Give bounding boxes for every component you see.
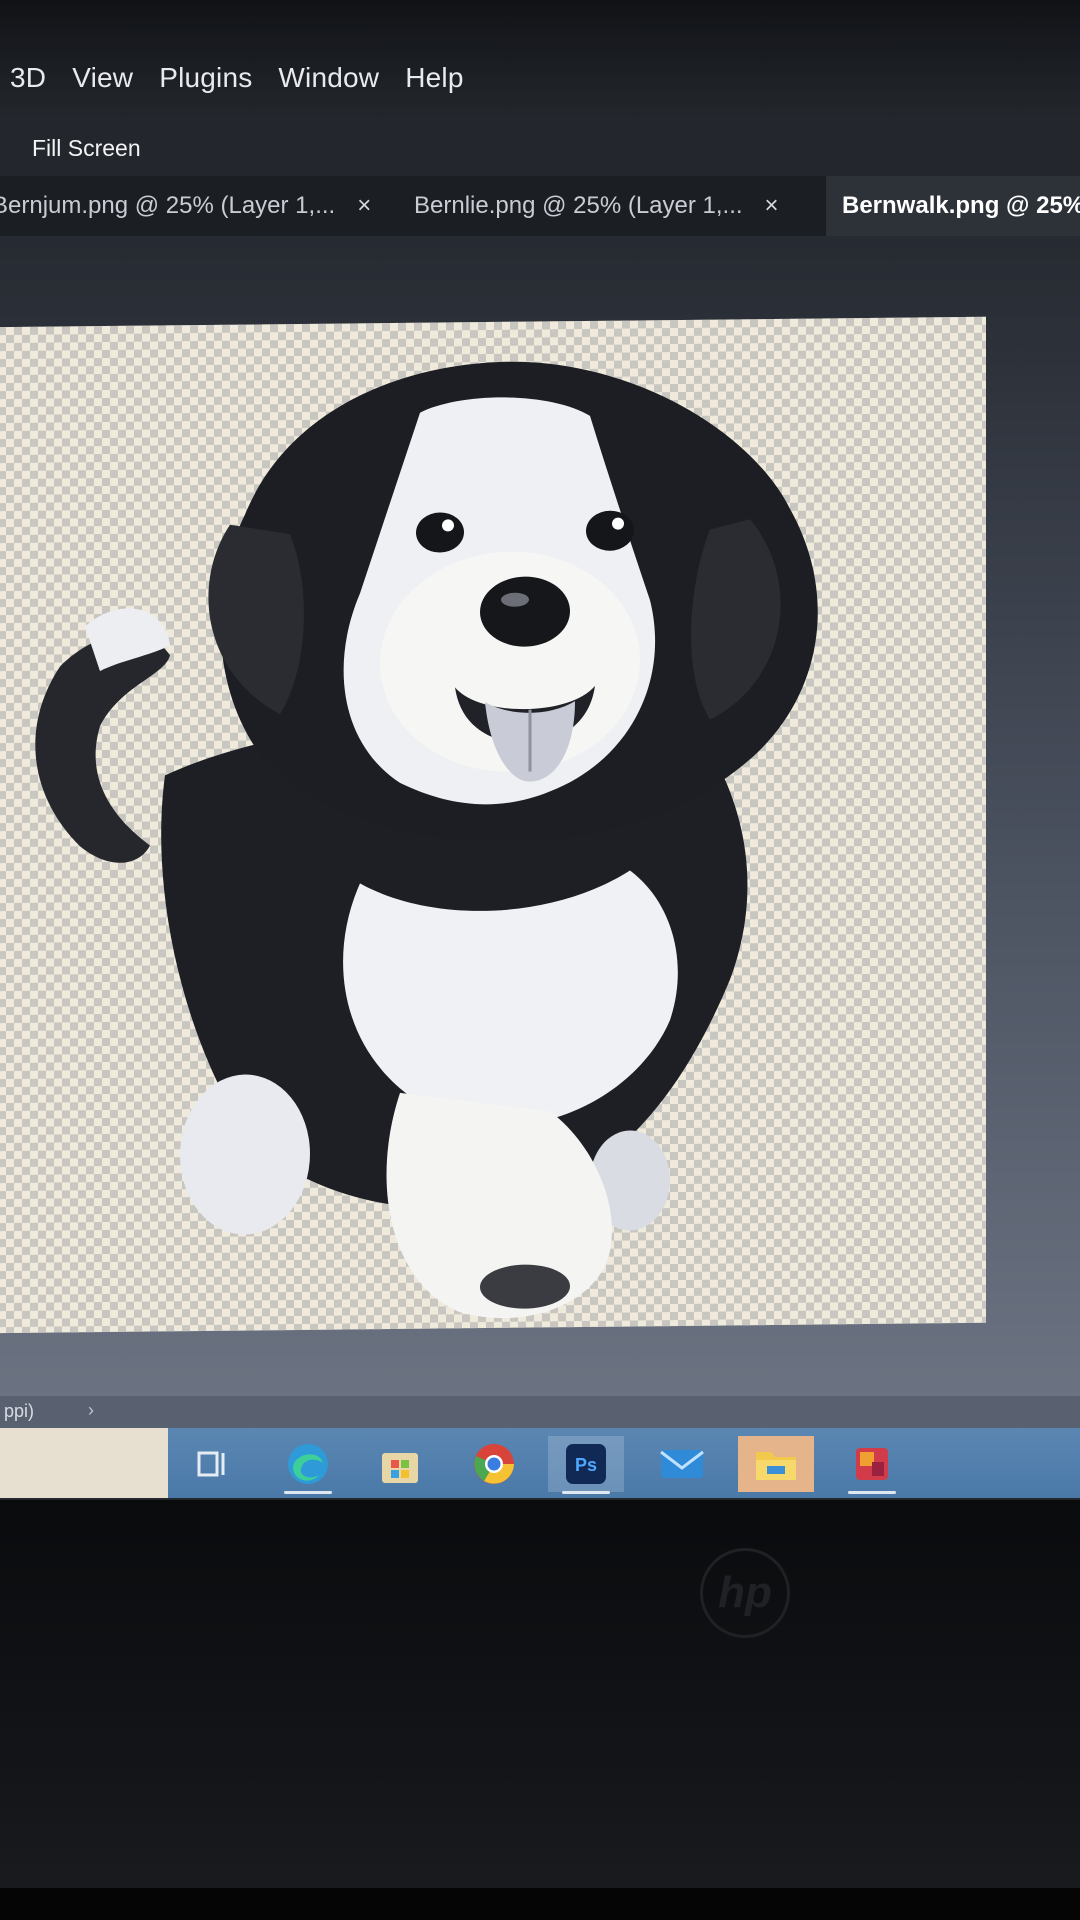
monitor-screen: 3D View Plugins Window Help Fill Screen … <box>0 0 1080 1500</box>
menu-window[interactable]: Window <box>278 62 379 94</box>
close-icon[interactable]: × <box>357 192 371 220</box>
keyboard-edge <box>0 1888 1080 1920</box>
fill-screen-button[interactable]: Fill Screen <box>18 128 155 168</box>
tab-label: Bernwalk.png @ 25% <box>842 192 1080 219</box>
status-arrow-icon[interactable]: › <box>88 1400 94 1421</box>
status-text: ppi) <box>4 1401 35 1421</box>
file-explorer-icon[interactable] <box>738 1436 814 1492</box>
options-bar: Fill Screen <box>0 118 1080 180</box>
dog-ear-left <box>208 524 304 715</box>
tab-bernlie[interactable]: Bernlie.png @ 25% (Layer 1,... × <box>414 176 804 236</box>
hp-logo: hp <box>700 1548 790 1638</box>
taskbar: Ps <box>0 1428 1080 1498</box>
active-indicator <box>848 1491 896 1494</box>
mail-icon[interactable] <box>644 1436 720 1492</box>
chrome-icon[interactable] <box>456 1436 532 1492</box>
document-tab-bar: Bernjum.png @ 25% (Layer 1,... × Bernlie… <box>0 176 1080 236</box>
menu-items: 3D View Plugins Window Help <box>10 62 464 94</box>
tab-bernwalk[interactable]: Bernwalk.png @ 25% <box>826 176 1080 236</box>
monitor-bezel <box>0 1500 1080 1920</box>
photoshop-icon[interactable]: Ps <box>548 1436 624 1494</box>
tab-label: Bernlie.png @ 25% (Layer 1,... <box>414 192 743 219</box>
edge-icon[interactable] <box>270 1436 346 1494</box>
taskbar-search-area[interactable] <box>0 1428 168 1498</box>
menu-view[interactable]: View <box>72 62 133 94</box>
close-icon[interactable]: × <box>765 192 779 220</box>
task-view-icon[interactable] <box>174 1436 250 1492</box>
dog-back-leg <box>180 1074 310 1235</box>
active-indicator <box>284 1491 332 1494</box>
dog-illustration <box>35 361 818 1319</box>
menu-3d[interactable]: 3D <box>10 62 46 94</box>
tab-bernjum[interactable]: Bernjum.png @ 25% (Layer 1,... × <box>0 176 372 236</box>
photoshop-label: Ps <box>575 1455 597 1475</box>
app-icon[interactable] <box>834 1436 910 1494</box>
status-bar: ppi) › <box>0 1396 1080 1428</box>
document-canvas[interactable] <box>0 316 986 1334</box>
store-icon[interactable] <box>362 1436 438 1492</box>
active-indicator <box>562 1491 610 1494</box>
menu-plugins[interactable]: Plugins <box>159 62 252 94</box>
menu-help[interactable]: Help <box>405 62 463 94</box>
tab-label: Bernjum.png @ 25% (Layer 1,... <box>0 192 336 219</box>
